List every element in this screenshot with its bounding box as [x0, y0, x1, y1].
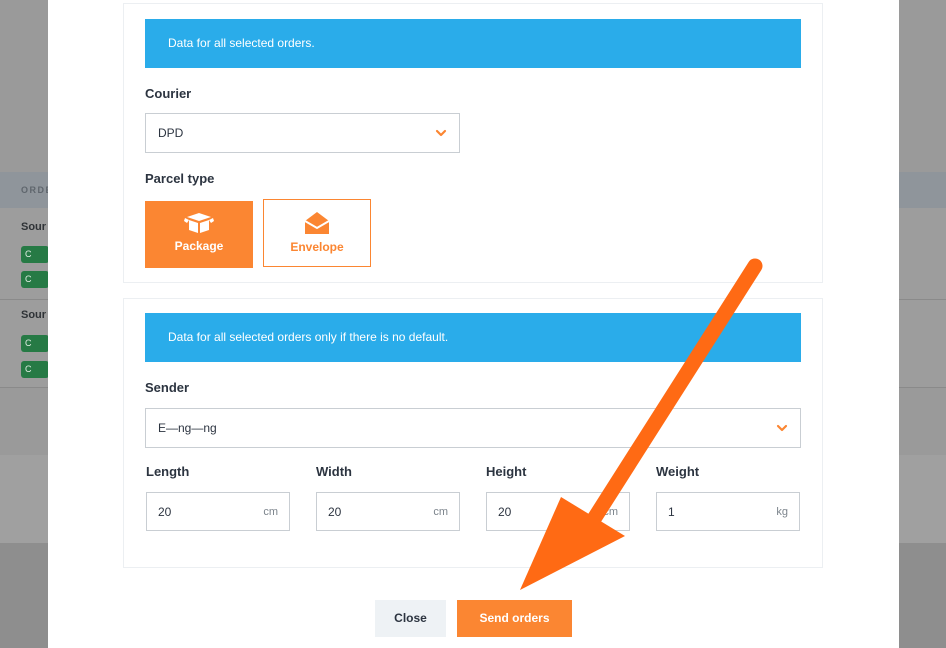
parcel-type-package-button[interactable]: Package	[145, 201, 253, 268]
height-label: Height	[486, 464, 527, 479]
info-banner: Data for all selected orders.	[145, 19, 801, 68]
background-row-source: Sour	[21, 309, 47, 321]
width-input[interactable]: 20 cm	[316, 492, 460, 531]
background-status-badge: C	[21, 335, 49, 352]
width-value: 20	[328, 505, 342, 519]
envelope-icon	[304, 212, 330, 234]
weight-label: Weight	[656, 464, 700, 479]
chevron-down-icon	[435, 129, 447, 137]
height-input[interactable]: 20 cm	[486, 492, 630, 531]
width-unit: cm	[433, 506, 448, 518]
weight-value: 1	[668, 505, 675, 519]
background-status-badge: C	[21, 246, 49, 263]
parcel-type-package-label: Package	[174, 239, 224, 253]
send-orders-modal: Data for all selected orders. Courier DP…	[48, 0, 899, 648]
length-unit: cm	[263, 506, 278, 518]
send-orders-button[interactable]: Send orders	[457, 600, 572, 637]
courier-select-value: DPD	[158, 126, 184, 140]
info-banner: Data for all selected orders only if the…	[145, 313, 801, 362]
package-icon	[184, 213, 214, 233]
courier-label: Courier	[145, 86, 192, 101]
parcel-type-envelope-button[interactable]: Envelope	[263, 199, 371, 267]
background-status-badge: C	[21, 361, 49, 378]
close-button[interactable]: Close	[375, 600, 446, 637]
length-label: Length	[146, 464, 190, 479]
sender-select-value: E—ng—ng	[158, 421, 217, 435]
courier-select[interactable]: DPD	[145, 113, 460, 153]
background-status-badge: C	[21, 271, 49, 288]
parcel-type-label: Parcel type	[145, 171, 215, 186]
chevron-down-icon	[776, 424, 788, 432]
length-value: 20	[158, 505, 172, 519]
courier-section: Data for all selected orders. Courier DP…	[123, 3, 823, 283]
sender-select[interactable]: E—ng—ng	[145, 408, 801, 448]
background-row-source: Sour	[21, 221, 47, 233]
length-input[interactable]: 20 cm	[146, 492, 290, 531]
sender-label: Sender	[145, 380, 190, 395]
height-unit: cm	[603, 506, 618, 518]
weight-input[interactable]: 1 kg	[656, 492, 800, 531]
parcel-type-envelope-label: Envelope	[290, 240, 344, 254]
sender-section: Data for all selected orders only if the…	[123, 298, 823, 568]
height-value: 20	[498, 505, 512, 519]
width-label: Width	[316, 464, 352, 479]
weight-unit: kg	[776, 506, 788, 518]
